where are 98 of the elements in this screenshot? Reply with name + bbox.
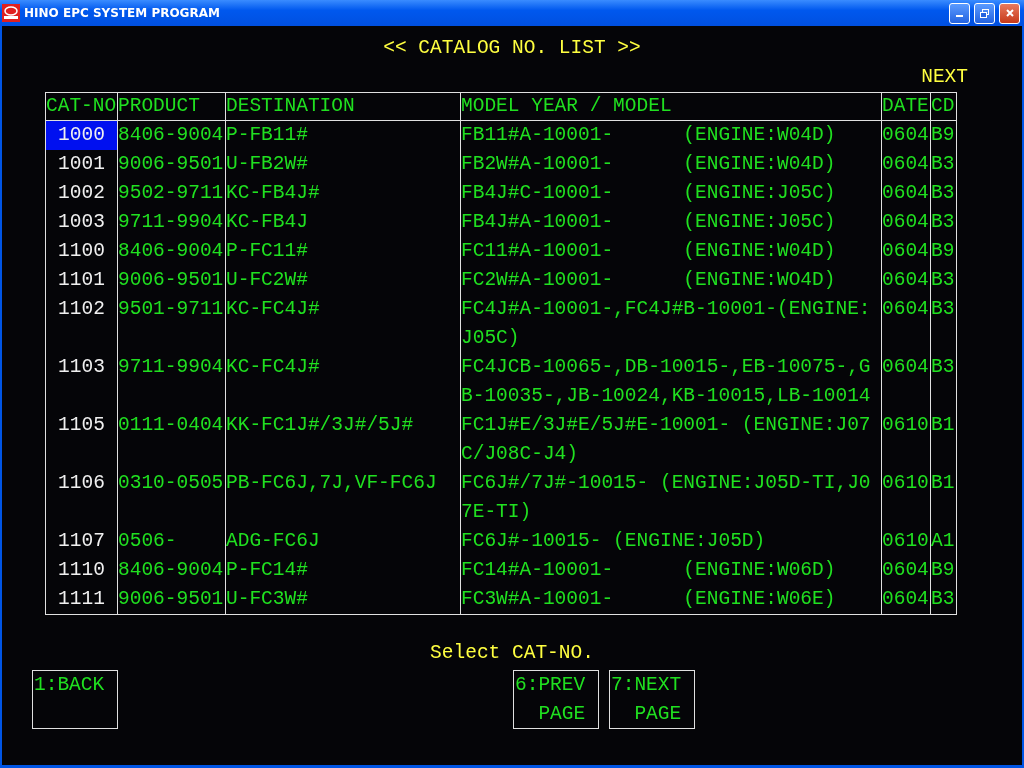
column-header: CAT-NO [45,92,118,121]
prompt-text: Select CAT-NO. [429,641,595,666]
table-cell: A1 [930,527,957,556]
table-cell: 0604 [881,266,931,295]
cat-no-cell[interactable]: 1105 [45,411,118,469]
table-cell: B3 [930,266,957,295]
table-cell: P-FC11# [225,237,461,266]
table-cell: FC4J#A-10001-,FC4J#B-10001-(ENGINE:J05C) [460,295,882,353]
cat-no-cell[interactable]: 1003 [45,208,118,237]
table-cell: 0610 [881,527,931,556]
column-header: DESTINATION [225,92,461,121]
table-cell: U-FB2W# [225,150,461,179]
table-cell: 0604 [881,208,931,237]
table-cell: 0506- [117,527,226,556]
cat-no-cell[interactable]: 1100 [45,237,118,266]
table-cell: B9 [930,556,957,585]
table-cell: 8406-9004 [117,556,226,585]
table-cell: FC11#A-10001- (ENGINE:W04D) [460,237,882,266]
table-cell: B1 [930,469,957,527]
table-cell: ADG-FC6J [225,527,461,556]
table-cell: 0604 [881,585,931,615]
table-cell: B3 [930,208,957,237]
minimize-button[interactable] [949,2,970,24]
table-cell: FC4JCB-10065-,DB-10015-,EB-10075-,GB-10035-,JB-10024,KB-10015,LB-10014 [460,353,882,411]
table-cell: KC-FB4J [225,208,461,237]
table-cell: 9711-9904 [117,353,226,411]
close-button[interactable] [999,2,1020,24]
window-title: HINO EPC SYSTEM PROGRAM [24,6,221,20]
table-cell: FC6J#-10015- (ENGINE:J05D) [460,527,882,556]
cat-no-cell[interactable]: 1103 [45,353,118,411]
table-cell: FC1J#E/3J#E/5J#E-10001- (ENGINE:J07C/J08C-J4) [460,411,882,469]
restore-icon [979,7,990,19]
table-cell: KC-FC4J# [225,353,461,411]
table-cell: 9502-9711 [117,179,226,208]
table-cell: FB4J#A-10001- (ENGINE:J05C) [460,208,882,237]
table-cell: 0604 [881,237,931,266]
minimize-icon [956,15,963,17]
table-cell: 0610 [881,411,931,469]
column-header: MODEL YEAR / MODEL [460,92,882,121]
function-key-button[interactable]: 6:PREV PAGE [513,670,599,729]
table-cell: 9006-9501 [117,150,226,179]
cat-no-cell[interactable]: 1102 [45,295,118,353]
table-cell: FC14#A-10001- (ENGINE:W06D) [460,556,882,585]
table-cell: B3 [930,295,957,353]
table-cell: PB-FC6J,7J,VF-FC6J [225,469,461,527]
table-cell: B1 [930,411,957,469]
table-cell: FB2W#A-10001- (ENGINE:W04D) [460,150,882,179]
cat-no-cell[interactable]: 1001 [45,150,118,179]
table-cell: 9501-9711 [117,295,226,353]
table-cell: FC2W#A-10001- (ENGINE:WO4D) [460,266,882,295]
restore-button[interactable] [974,2,995,24]
column-header: CD [930,92,957,121]
cat-no-cell[interactable]: 1107 [45,527,118,556]
table-cell: B9 [930,120,957,150]
next-label: NEXT [921,65,968,90]
cat-no-cell[interactable]: 1000 [45,120,118,150]
table-cell: 0604 [881,120,931,150]
table-cell: 0604 [881,295,931,353]
cat-no-cell[interactable]: 1106 [45,469,118,527]
column-header: PRODUCT [117,92,226,121]
screen-title: << CATALOG NO. LIST >> [382,36,642,61]
cat-no-cell[interactable]: 1111 [45,585,118,615]
table-cell: 0604 [881,179,931,208]
column-header: DATE [881,92,931,121]
table-cell: 8406-9004 [117,120,226,150]
table-cell: FB11#A-10001- (ENGINE:W04D) [460,120,882,150]
table-cell: B3 [930,585,957,615]
cat-no-cell[interactable]: 1002 [45,179,118,208]
table-cell: 0604 [881,150,931,179]
table-cell: FB4J#C-10001- (ENGINE:J05C) [460,179,882,208]
table-cell: B3 [930,179,957,208]
table-cell: U-FC3W# [225,585,461,615]
table-cell: KC-FC4J# [225,295,461,353]
cat-no-cell[interactable]: 1110 [45,556,118,585]
table-cell: U-FC2W# [225,266,461,295]
table-cell: 0604 [881,353,931,411]
cat-no-cell[interactable]: 1101 [45,266,118,295]
table-cell: 9006-9501 [117,266,226,295]
app-logo-icon [2,4,20,22]
table-cell: 0610 [881,469,931,527]
table-cell: 9006-9501 [117,585,226,615]
table-cell: B3 [930,353,957,411]
table-cell: KK-FC1J#/3J#/5J# [225,411,461,469]
table-cell: 8406-9004 [117,237,226,266]
function-key-button[interactable]: 1:BACK [32,670,118,729]
table-cell: FC3W#A-10001- (ENGINE:W06E) [460,585,882,615]
table-cell: P-FB11# [225,120,461,150]
close-icon [1004,8,1015,18]
table-cell: B9 [930,237,957,266]
table-cell: P-FC14# [225,556,461,585]
table-cell: 0604 [881,556,931,585]
table-cell: 0111-0404 [117,411,226,469]
function-key-button[interactable]: 7:NEXT PAGE [609,670,695,729]
table-cell: KC-FB4J# [225,179,461,208]
table-cell: 9711-9904 [117,208,226,237]
table-cell: 0310-0505 [117,469,226,527]
table-cell: FC6J#/7J#-10015- (ENGINE:J05D-TI,J07E-TI) [460,469,882,527]
table-cell: B3 [930,150,957,179]
